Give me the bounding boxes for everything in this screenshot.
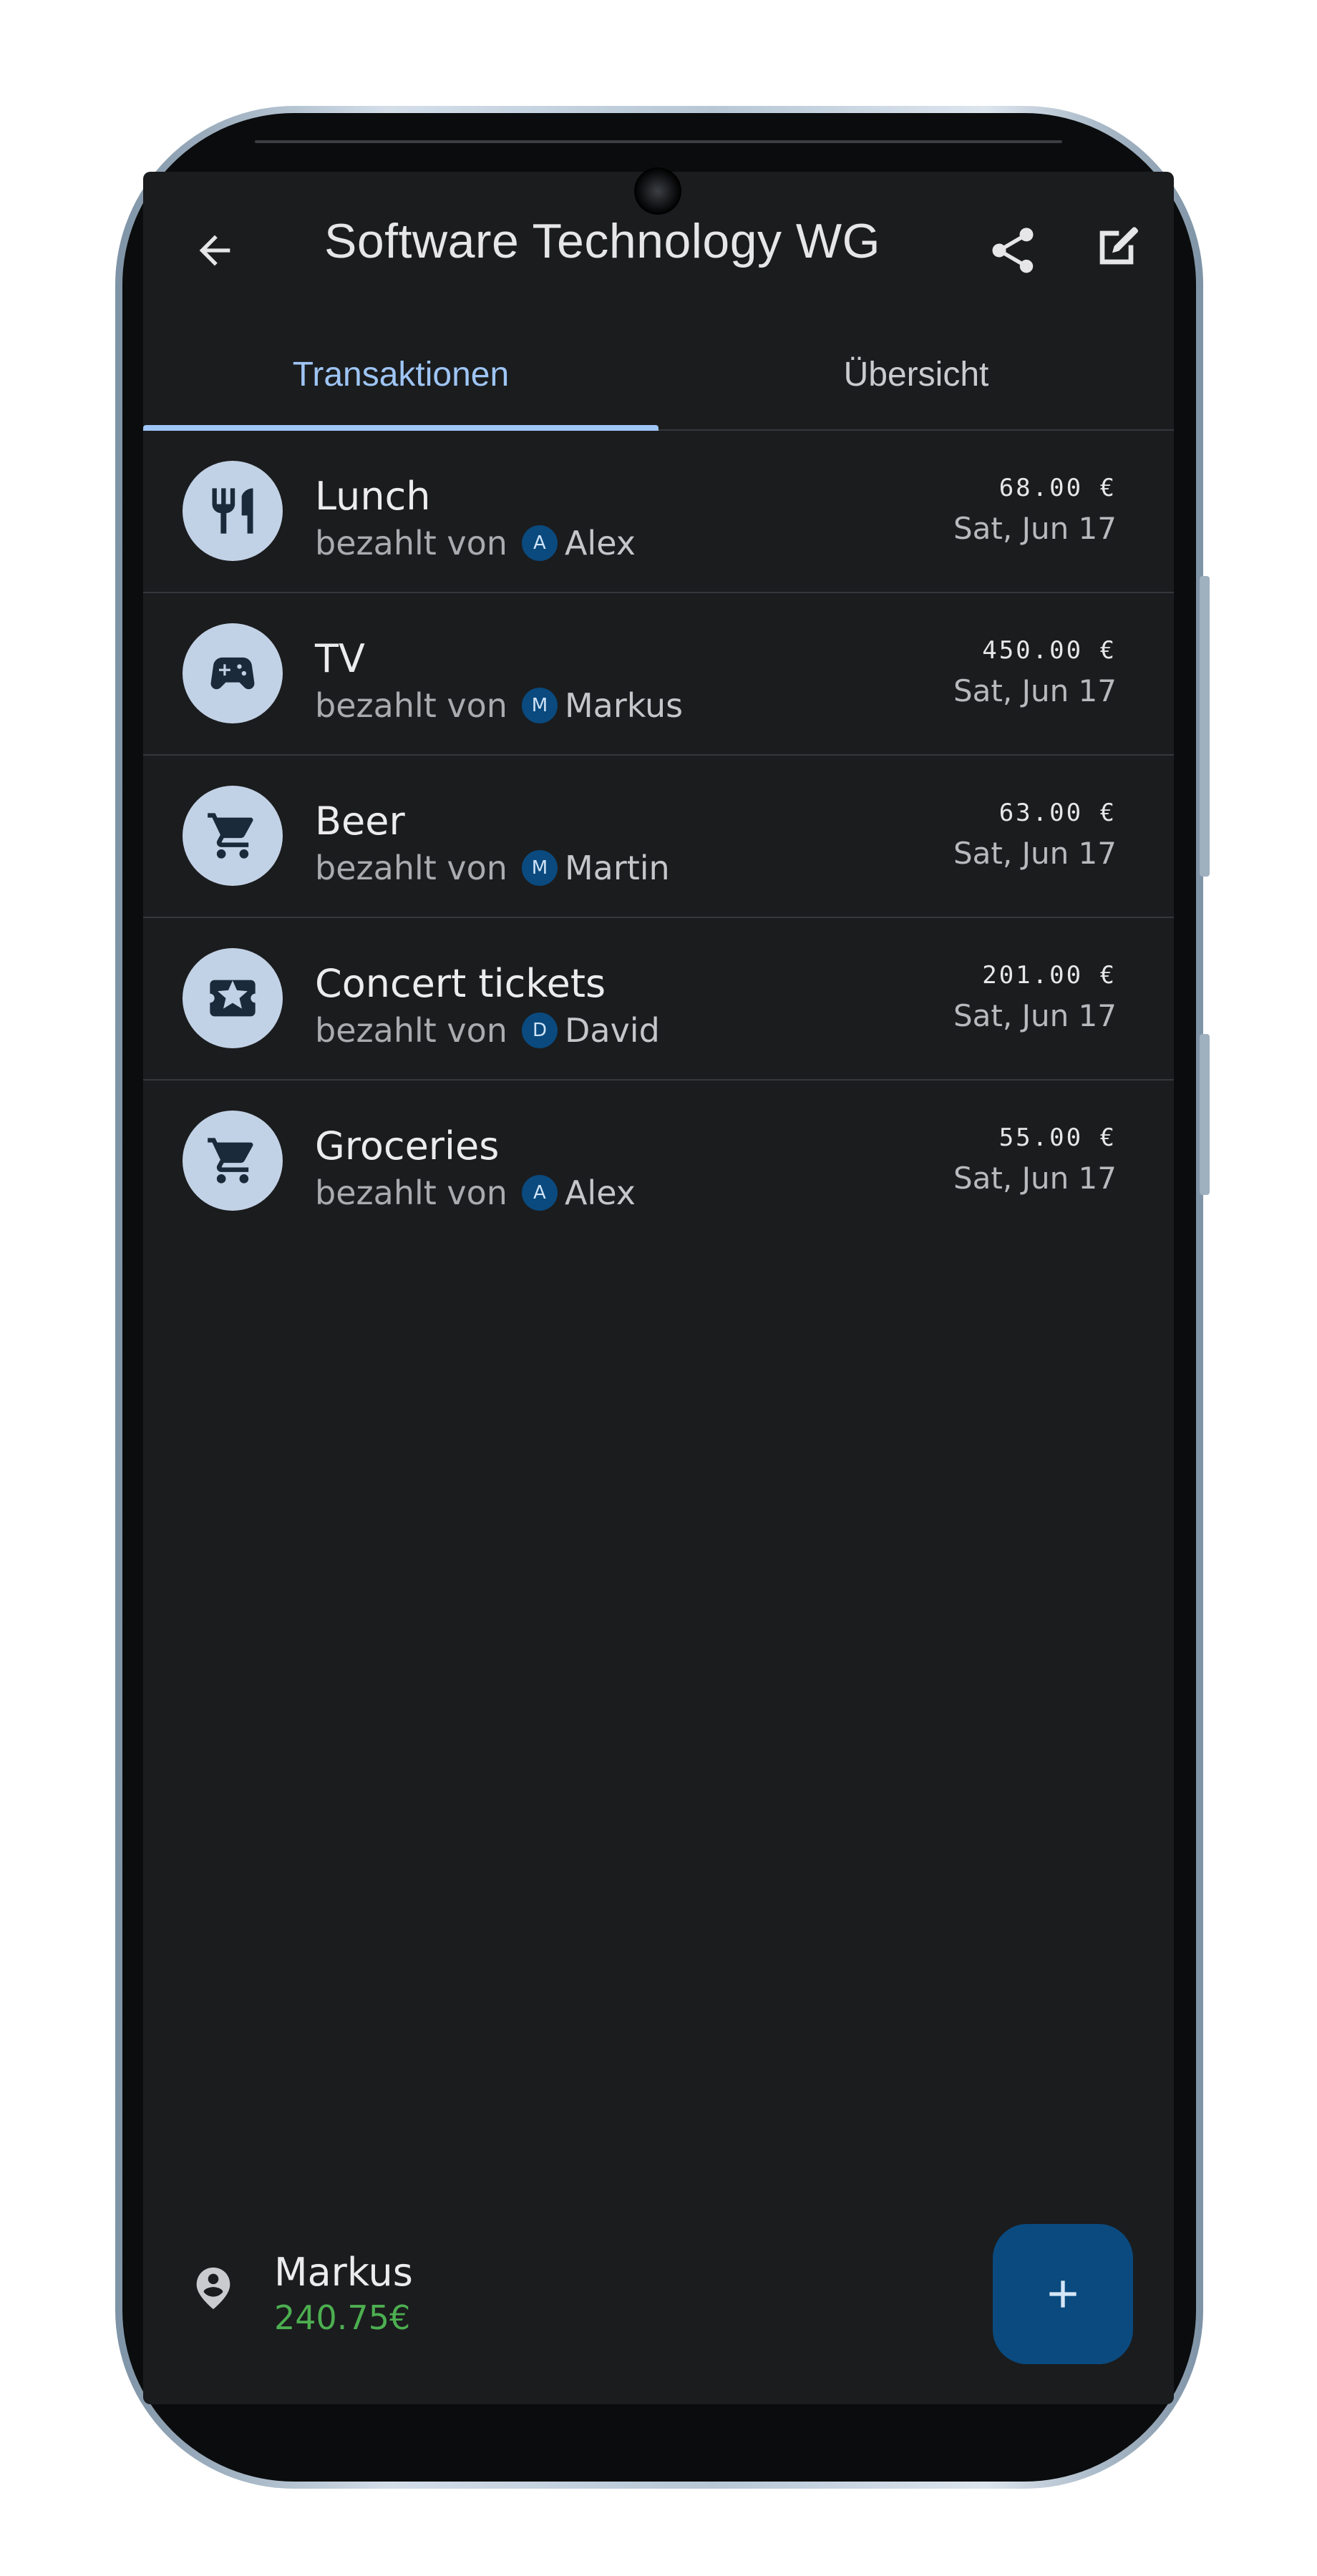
transaction-payer: bezahlt von D David <box>315 1011 660 1050</box>
transaction-row[interactable]: Concert tickets bezahlt von D David 201.… <box>143 918 1174 1080</box>
transaction-date: Sat, Jun 17 <box>953 511 1117 546</box>
person-pin-icon <box>196 2267 230 2310</box>
speaker-grille <box>255 140 1062 143</box>
user-name: Markus <box>274 2250 413 2295</box>
transaction-amount: 55.00 € <box>998 1123 1117 1152</box>
edit-icon <box>1099 227 1138 265</box>
avatar: A <box>521 1175 558 1211</box>
tab-indicator <box>143 425 658 431</box>
avatar: M <box>521 850 558 886</box>
transaction-date: Sat, Jun 17 <box>953 673 1117 708</box>
app-screen: Software Technology WG Transaktionen Übe… <box>143 172 1174 2404</box>
transaction-payer: bezahlt von M Markus <box>315 686 683 725</box>
transaction-row[interactable]: TV bezahlt von M Markus 450.00 € Sat, Ju… <box>143 593 1174 756</box>
transaction-date: Sat, Jun 17 <box>953 998 1117 1033</box>
transaction-date: Sat, Jun 17 <box>953 1161 1117 1196</box>
share-icon <box>992 228 1034 273</box>
avatar: D <box>521 1013 558 1048</box>
paid-by-label: bezahlt von <box>315 1174 507 1212</box>
avatar: A <box>521 525 558 561</box>
transaction-title: TV <box>315 636 365 681</box>
arrow-back-icon <box>199 235 230 266</box>
shopping-cart-icon <box>183 1111 283 1211</box>
tab-overview[interactable]: Übersicht <box>658 322 1174 426</box>
avatar: M <box>521 688 558 723</box>
paid-by-label: bezahlt von <box>315 524 507 562</box>
restaurant-icon <box>183 461 283 561</box>
transaction-payer: bezahlt von M Martin <box>315 849 670 887</box>
power-button <box>1200 1034 1210 1195</box>
transaction-row[interactable]: Beer bezahlt von M Martin 63.00 € Sat, J… <box>143 756 1174 918</box>
transaction-title: Lunch <box>315 474 431 519</box>
paid-by-label: bezahlt von <box>315 686 507 725</box>
transaction-row[interactable]: Groceries bezahlt von A Alex 55.00 € Sat… <box>143 1080 1174 1241</box>
transaction-amount: 63.00 € <box>998 799 1117 827</box>
edit-button[interactable] <box>1081 212 1152 283</box>
add-icon <box>1049 2280 1077 2308</box>
transaction-date: Sat, Jun 17 <box>953 836 1117 871</box>
add-transaction-button[interactable] <box>993 2224 1133 2364</box>
transaction-title: Groceries <box>315 1123 500 1169</box>
share-button[interactable] <box>977 215 1049 286</box>
payer-name: David <box>564 1011 660 1050</box>
transaction-amount: 450.00 € <box>982 636 1117 665</box>
front-camera <box>634 167 681 215</box>
ticket-icon <box>183 948 283 1048</box>
transaction-row[interactable]: Lunch bezahlt von A Alex 68.00 € Sat, Ju… <box>143 431 1174 593</box>
payer-name: Markus <box>564 686 684 725</box>
transaction-list: Lunch bezahlt von A Alex 68.00 € Sat, Ju… <box>143 431 1174 1241</box>
volume-button <box>1200 576 1210 877</box>
payer-name: Alex <box>564 1174 636 1212</box>
payer-name: Martin <box>564 849 670 887</box>
shopping-cart-icon <box>183 786 283 886</box>
transaction-amount: 68.00 € <box>998 474 1117 502</box>
tab-transactions[interactable]: Transaktionen <box>143 322 658 426</box>
transaction-title: Beer <box>315 799 405 844</box>
transaction-title: Concert tickets <box>315 961 606 1006</box>
back-button[interactable] <box>179 215 251 286</box>
paid-by-label: bezahlt von <box>315 849 507 887</box>
tab-bar: Transaktionen Übersicht <box>143 322 1174 431</box>
gamepad-icon <box>183 623 283 723</box>
user-balance: 240.75€ <box>274 2298 411 2337</box>
paid-by-label: bezahlt von <box>315 1011 507 1050</box>
payer-name: Alex <box>564 524 636 562</box>
transaction-amount: 201.00 € <box>982 961 1117 990</box>
transaction-payer: bezahlt von A Alex <box>315 524 636 562</box>
page-title: Software Technology WG <box>324 214 880 268</box>
transaction-payer: bezahlt von A Alex <box>315 1174 636 1212</box>
